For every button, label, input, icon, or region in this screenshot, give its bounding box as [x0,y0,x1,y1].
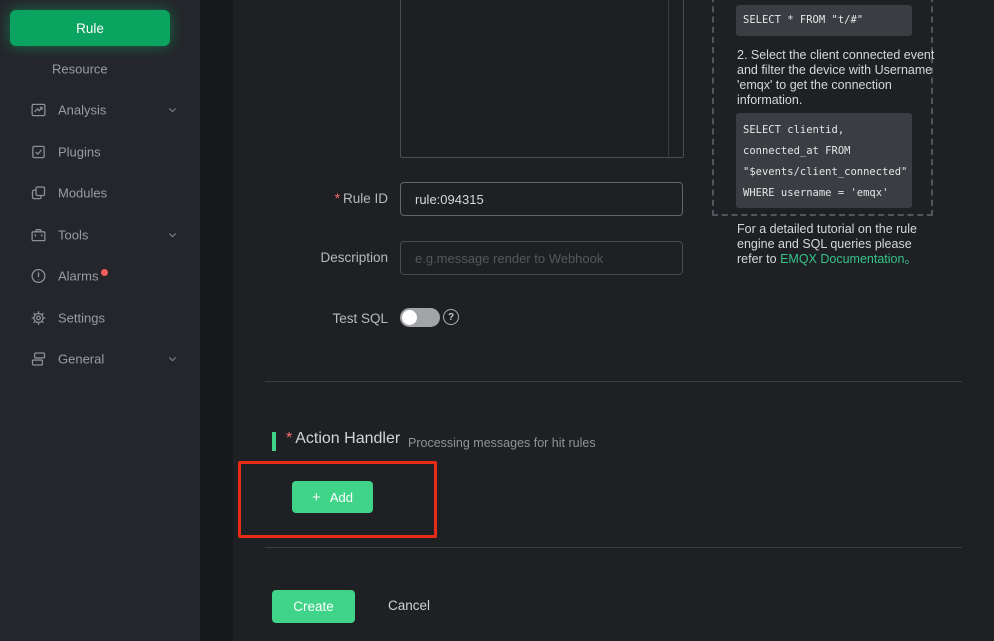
section-divider-top [265,381,962,382]
sidebar-item-plugins[interactable]: Plugins [0,131,200,172]
sidebar-item-alarms-label: Alarms [58,268,98,283]
sql-editor[interactable] [400,0,684,158]
chevron-down-icon [166,103,179,116]
add-button-label: Add [330,490,353,505]
sidebar-item-general[interactable]: General [0,338,200,379]
rule-id-label: *Rule ID [233,191,388,206]
sidebar-item-modules[interactable]: Modules [0,172,200,213]
settings-gear-icon [30,309,47,326]
chevron-down-icon [166,228,179,241]
sidebar-item-tools-label: Tools [58,227,88,242]
sidebar-item-analysis-label: Analysis [58,102,106,117]
tutorial-text: For a detailed tutorial on the rule engi… [737,222,938,267]
chevron-down-icon [166,352,179,365]
sidebar-item-resource-label: Resource [52,61,108,76]
create-button-label: Create [293,599,334,614]
sidebar-item-rule[interactable]: Rule [10,10,170,46]
code-line: SELECT clientid, [743,120,912,141]
rule-id-input[interactable] [400,182,683,216]
sidebar-item-settings-label: Settings [58,310,105,325]
action-handler-title: *Action Handler [286,430,400,448]
sidebar-item-alarms[interactable]: Alarms [0,255,200,296]
sidebar-item-resource[interactable]: Resource [0,48,200,89]
general-stack-icon [30,350,47,367]
cancel-button[interactable]: Cancel [388,598,430,613]
alarms-alert-icon [30,267,47,284]
app-root: Rule Resource Analysis [0,0,994,641]
sidebar-shadow-rail [200,0,233,641]
required-asterisk: * [286,430,292,447]
section-divider-bottom [265,547,962,548]
code-line: WHERE username = 'emqx' [743,183,912,204]
modules-copy-icon [30,184,47,201]
alarm-badge-dot [101,269,108,276]
action-handler-subtitle: Processing messages for hit rules [408,436,596,450]
help-question-icon[interactable]: ? [443,309,459,325]
tutorial-period: 。 [904,252,917,266]
sidebar-item-modules-label: Modules [58,185,107,200]
analysis-chart-icon [30,101,47,118]
test-sql-toggle[interactable] [400,308,440,327]
sidebar-item-analysis[interactable]: Analysis [0,89,200,130]
add-action-button[interactable]: + Add [292,481,373,513]
toggle-knob [402,310,417,325]
tools-toolbox-icon [30,226,47,243]
plugins-checkbox-icon [30,143,47,160]
create-button[interactable]: Create [272,590,355,623]
required-asterisk: * [335,191,340,206]
sidebar-item-plugins-label: Plugins [58,144,101,159]
help-step-2-text: 2. Select the client connected event and… [737,48,935,108]
emqx-docs-link[interactable]: EMQX Documentation [780,252,904,266]
action-handler-accent-bar [272,432,276,451]
code-line: connected_at FROM [743,141,912,162]
sidebar-item-general-label: General [58,351,104,366]
sidebar-item-rule-label: Rule [76,21,104,36]
description-label: Description [233,250,388,265]
sidebar-item-settings[interactable]: Settings [0,297,200,338]
plus-icon: + [312,490,321,505]
cancel-button-label: Cancel [388,598,430,613]
sql-editor-scrollbar[interactable] [668,0,669,157]
code-line: "$events/client_connected" [743,162,912,183]
test-sql-label: Test SQL [233,311,388,326]
sql-example-client-connected: SELECT clientid, connected_at FROM "$eve… [736,113,912,208]
sql-example-basic: SELECT * FROM "t/#" [736,5,912,36]
sidebar-item-tools[interactable]: Tools [0,214,200,255]
sidebar: Rule Resource Analysis [0,0,200,641]
description-input[interactable] [400,241,683,275]
